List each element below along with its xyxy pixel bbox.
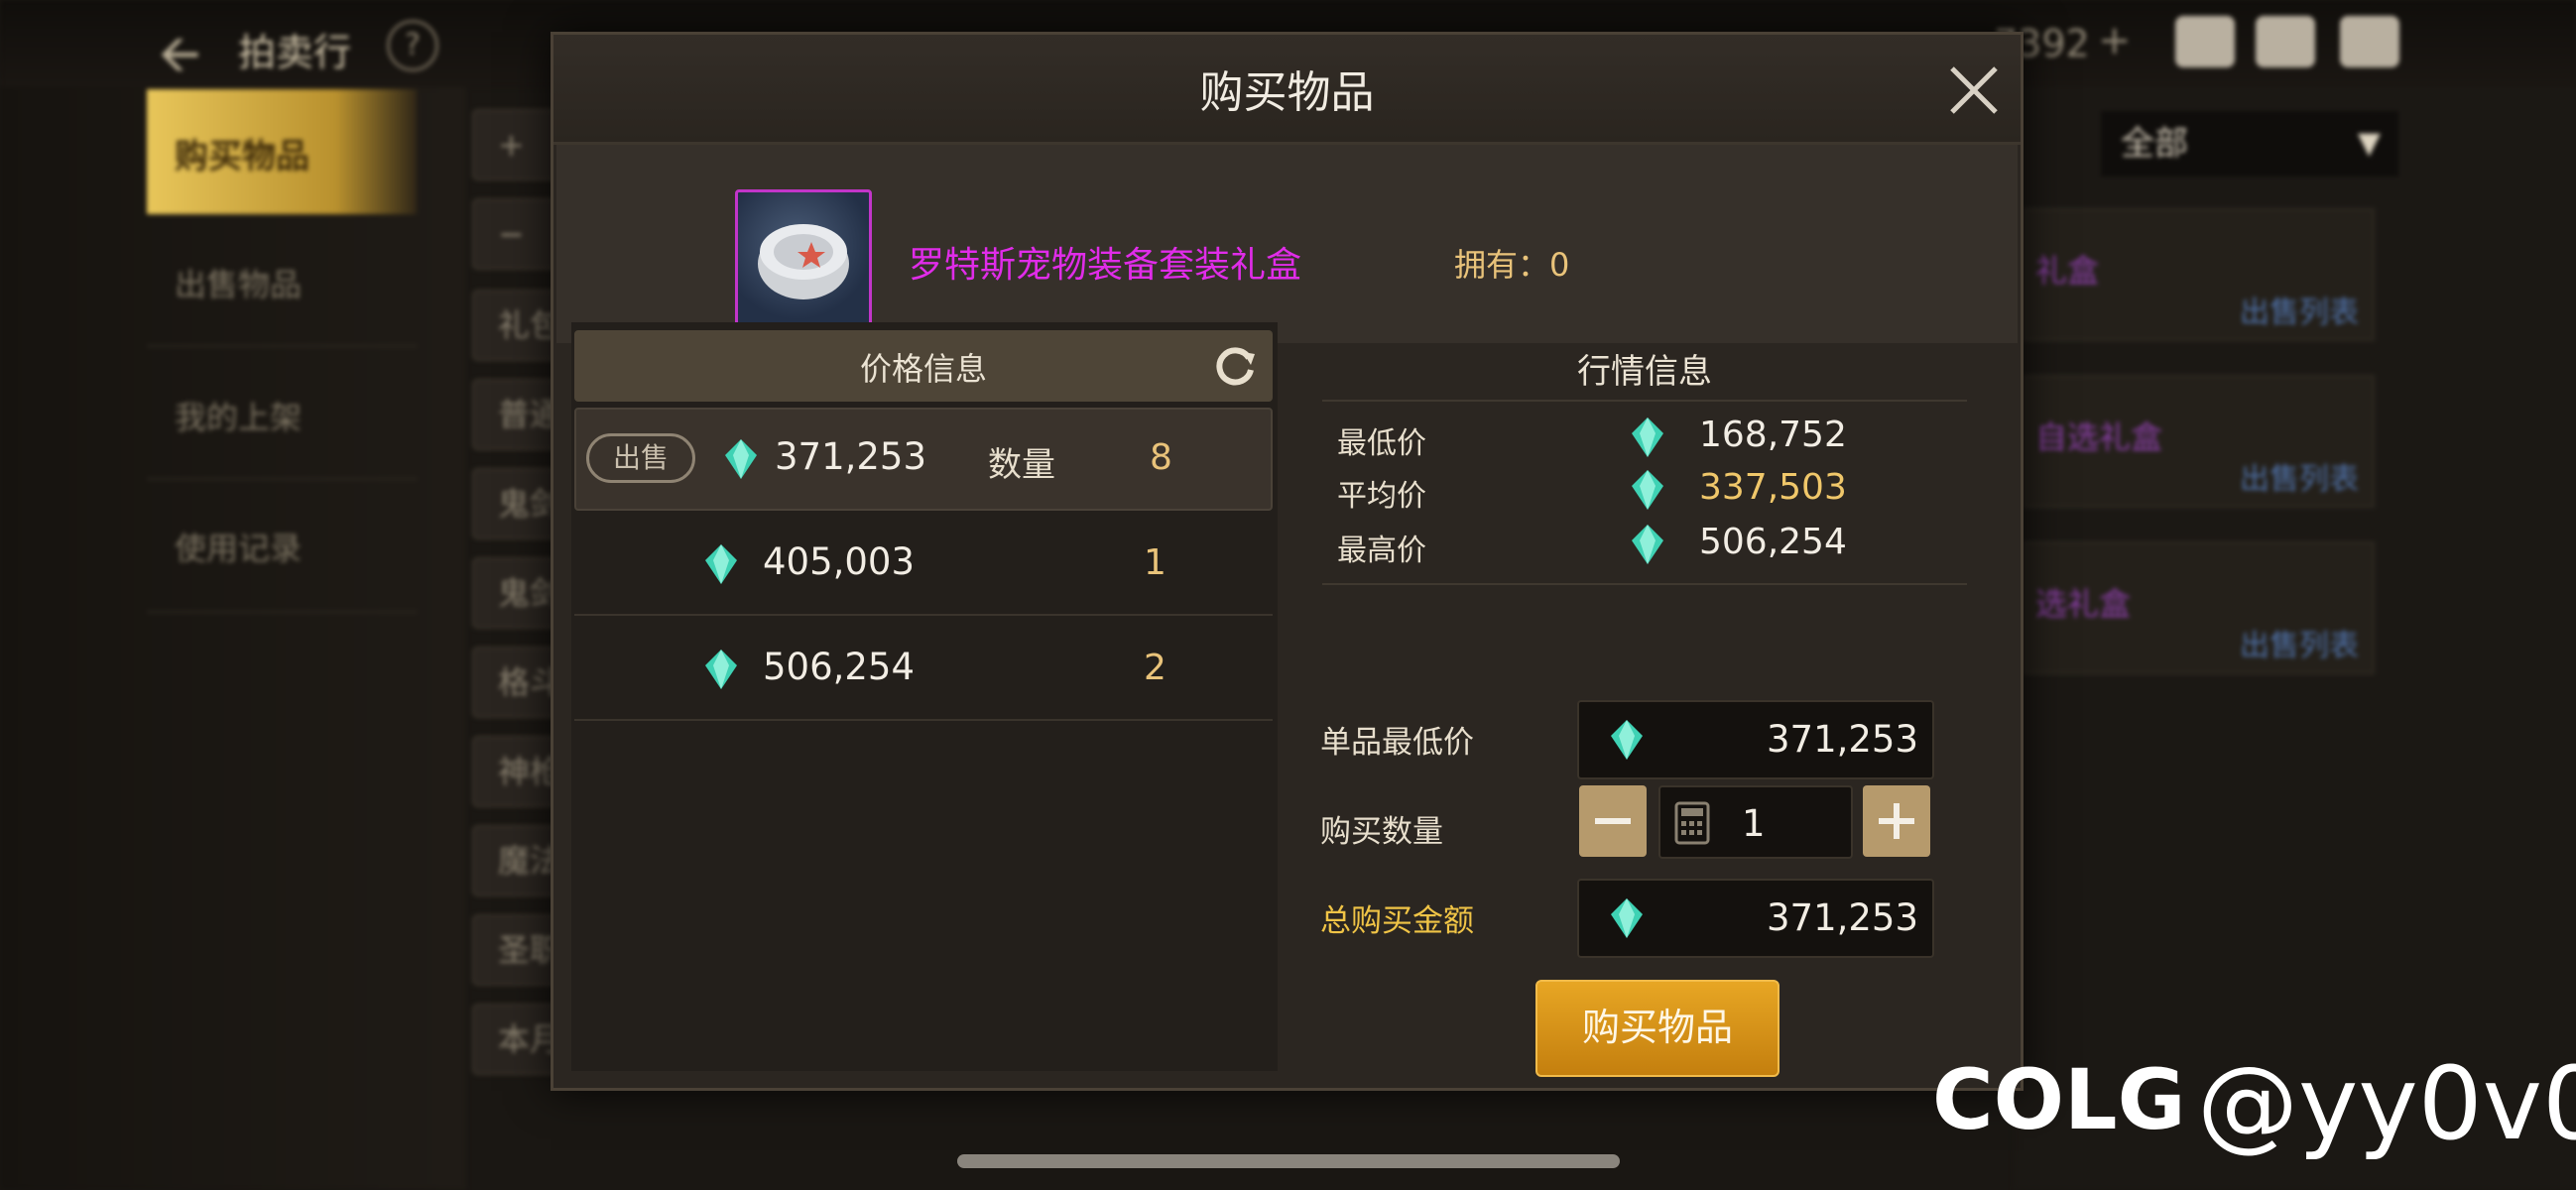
- owned-count: 拥有：0: [1454, 246, 1570, 284]
- sell-tag: 出售: [586, 433, 695, 483]
- list-item[interactable]: 选礼盒 出售列表: [2024, 541, 2375, 674]
- price-info-panel: 价格信息 出售 371,253 数量 8 405,003 1 506,254 2: [571, 322, 1278, 1071]
- price-value: 506,254: [763, 646, 916, 688]
- watermark-handle: @yy0v0: [2197, 1045, 2576, 1163]
- dialog-title: 购买物品: [1199, 67, 1375, 118]
- sidebar-item-sell[interactable]: 出售物品: [175, 260, 302, 305]
- price-row[interactable]: 506,254 2: [574, 618, 1273, 721]
- divider: [147, 478, 417, 480]
- quantity-value: 1: [1144, 542, 1166, 583]
- gem-icon: [1632, 417, 1663, 457]
- gift-box-icon: [735, 189, 872, 326]
- total-amount-label: 总购买金额: [1320, 903, 1474, 939]
- purchase-dialog: 购买物品 罗特斯宠物装备套装礼盒 拥有：0 价格信息 出售 371,253 数量…: [551, 32, 2024, 1091]
- increase-quantity-button[interactable]: [1863, 785, 1930, 857]
- decrease-quantity-button[interactable]: [1579, 785, 1647, 857]
- colg-logo-icon: COLG: [1932, 1055, 2186, 1144]
- unit-min-price-value: 371,253: [1766, 718, 1918, 761]
- gem-icon: [1632, 470, 1663, 510]
- gem-icon: [1611, 898, 1643, 938]
- buy-button[interactable]: 购买物品: [1535, 980, 1779, 1077]
- item-banner: 罗特斯宠物装备套装礼盒 拥有：0: [556, 145, 2018, 343]
- screen-title: 拍卖行: [238, 31, 352, 74]
- quantity-value: 8: [1150, 437, 1172, 478]
- calculator-icon[interactable]: [1674, 801, 1710, 845]
- divider: [1322, 400, 1967, 402]
- list-item[interactable]: 礼盒 出售列表: [2024, 208, 2375, 341]
- min-price-label: 最低价: [1337, 426, 1426, 461]
- avg-price-value: 337,503: [1699, 467, 1847, 508]
- divider: [147, 345, 417, 347]
- price-row[interactable]: 405,003 1: [574, 513, 1273, 616]
- filter-dropdown[interactable]: 全部 ▼: [2101, 111, 2398, 177]
- divider: [1322, 583, 1967, 585]
- item-name: 罗特斯宠物装备套装礼盒: [909, 245, 1302, 286]
- max-price-label: 最高价: [1337, 534, 1426, 568]
- refresh-icon[interactable]: [1209, 340, 1261, 392]
- quantity-label: 购买数量: [1320, 814, 1443, 850]
- list-item[interactable]: 自选礼盒 出售列表: [2024, 375, 2375, 508]
- list-item-name: 选礼盒: [2035, 585, 2132, 623]
- total-amount-value: 371,253: [1766, 896, 1918, 939]
- price-value: 405,003: [763, 540, 916, 583]
- gem-icon: [1632, 525, 1663, 564]
- quantity-label: 数量: [988, 445, 1055, 485]
- minus-icon: [1595, 818, 1631, 824]
- quantity-value: 2: [1144, 648, 1166, 688]
- list-item-name: 自选礼盒: [2035, 418, 2163, 456]
- sell-list-link[interactable]: 出售列表: [2240, 288, 2359, 331]
- home-indicator[interactable]: [957, 1154, 1620, 1168]
- help-icon[interactable]: ?: [387, 20, 438, 71]
- chat-icon[interactable]: [2340, 16, 2399, 67]
- dialog-header: 购买物品: [553, 35, 2021, 145]
- sidebar-item-label: 购买物品: [175, 137, 309, 177]
- price-info-header: 价格信息: [574, 330, 1273, 402]
- total-amount-field: 371,253: [1577, 879, 1934, 958]
- market-info-title: 行情信息: [1577, 352, 1712, 392]
- gem-icon: [705, 650, 737, 689]
- gem-icon: [705, 544, 737, 584]
- sidebar-item-my-listings[interactable]: 我的上架: [175, 393, 302, 438]
- mail-icon[interactable]: [2256, 16, 2315, 67]
- svg-text:COLG: COLG: [1932, 1055, 2186, 1144]
- divider: [147, 611, 417, 613]
- list-item-name: 礼盒: [2035, 252, 2100, 290]
- min-price-value: 168,752: [1699, 415, 1847, 455]
- chevron-down-icon: ▼: [2357, 126, 2381, 161]
- unit-min-price-field: 371,253: [1577, 700, 1934, 779]
- treasure-icon[interactable]: [2175, 16, 2235, 67]
- currency-add-icon[interactable]: +: [2098, 18, 2132, 63]
- price-value: 371,253: [775, 435, 927, 478]
- close-icon[interactable]: [1942, 59, 2006, 122]
- divider: [574, 614, 1273, 616]
- unit-min-price-label: 单品最低价: [1320, 725, 1474, 761]
- sell-list-link[interactable]: 出售列表: [2240, 454, 2359, 498]
- gem-icon: [725, 439, 757, 479]
- quantity-stepper[interactable]: [1658, 785, 1853, 859]
- quantity-input[interactable]: [1740, 797, 1833, 849]
- gem-icon: [1611, 720, 1643, 760]
- sidebar: [0, 87, 466, 1190]
- sidebar-item-history[interactable]: 使用记录: [175, 524, 302, 569]
- sidebar-item-buy[interactable]: 购买物品: [147, 89, 417, 214]
- price-row[interactable]: 出售 371,253 数量 8: [574, 408, 1273, 511]
- avg-price-label: 平均价: [1337, 479, 1426, 514]
- filter-selected: 全部: [2121, 124, 2188, 164]
- price-info-title: 价格信息: [859, 350, 987, 388]
- max-price-value: 506,254: [1699, 522, 1847, 562]
- divider: [574, 719, 1273, 721]
- sell-list-link[interactable]: 出售列表: [2240, 621, 2359, 664]
